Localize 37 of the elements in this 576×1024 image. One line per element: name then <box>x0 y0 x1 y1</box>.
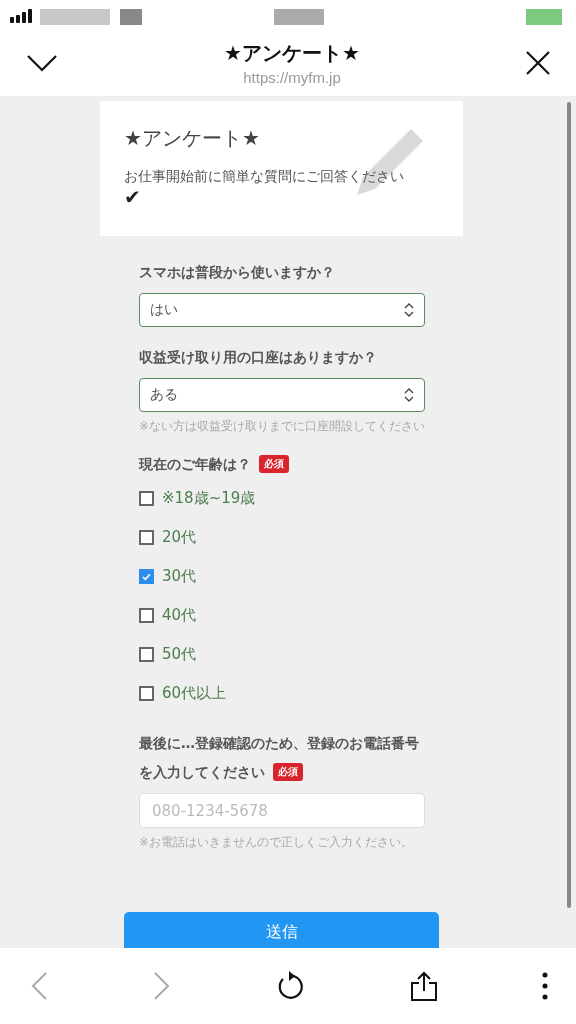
checkbox[interactable] <box>139 647 154 662</box>
check-mark: ✔ <box>124 186 142 208</box>
redacted-block <box>526 9 562 25</box>
option-label[interactable]: ※18歳~19歳 <box>162 489 256 508</box>
intro-title: ★アンケート★ <box>124 125 261 152</box>
phone-input-field[interactable]: 080-1234-5678 <box>139 793 425 828</box>
question-label: 最後に…登録確認のため、登録のお電話番号を入力してください 必須 <box>139 734 420 783</box>
option-label[interactable]: 30代 <box>162 567 197 586</box>
required-badge: 必須 <box>273 763 303 781</box>
more-icon[interactable] <box>542 972 548 1000</box>
question-label: 収益受け取り用の口座はありますか？ <box>139 348 378 367</box>
required-badge: 必須 <box>259 455 289 473</box>
checkbox[interactable] <box>139 608 154 623</box>
option-label[interactable]: 50代 <box>162 645 197 664</box>
checkbox[interactable] <box>139 530 154 545</box>
select-field[interactable]: はい <box>139 293 425 327</box>
option-label[interactable]: 40代 <box>162 606 197 625</box>
close-icon[interactable] <box>526 51 550 75</box>
option-label[interactable]: 20代 <box>162 528 197 547</box>
submit-button[interactable]: 送信 <box>124 912 439 948</box>
question-label: 現在のご年齢は？ 必須 <box>139 450 425 479</box>
share-icon[interactable] <box>409 971 438 1001</box>
redacted-block <box>274 9 324 25</box>
select-field[interactable]: ある <box>139 378 425 412</box>
checkbox[interactable] <box>139 686 154 701</box>
page-url: https://myfm.jp <box>243 69 341 86</box>
checkbox[interactable] <box>139 569 154 584</box>
option-label[interactable]: 60代以上 <box>162 684 227 703</box>
chevron-down-icon[interactable] <box>26 54 58 72</box>
page-title: ★アンケート★ <box>224 40 360 67</box>
redacted-block <box>120 9 142 25</box>
checkbox[interactable] <box>139 491 154 506</box>
updown-icon <box>404 303 414 317</box>
intro-text: お仕事開始前に簡単な質問にご回答ください <box>124 168 405 186</box>
redacted-block <box>40 9 110 25</box>
question-label: スマホは普段から使いますか？ <box>139 263 336 282</box>
updown-icon <box>404 388 414 402</box>
